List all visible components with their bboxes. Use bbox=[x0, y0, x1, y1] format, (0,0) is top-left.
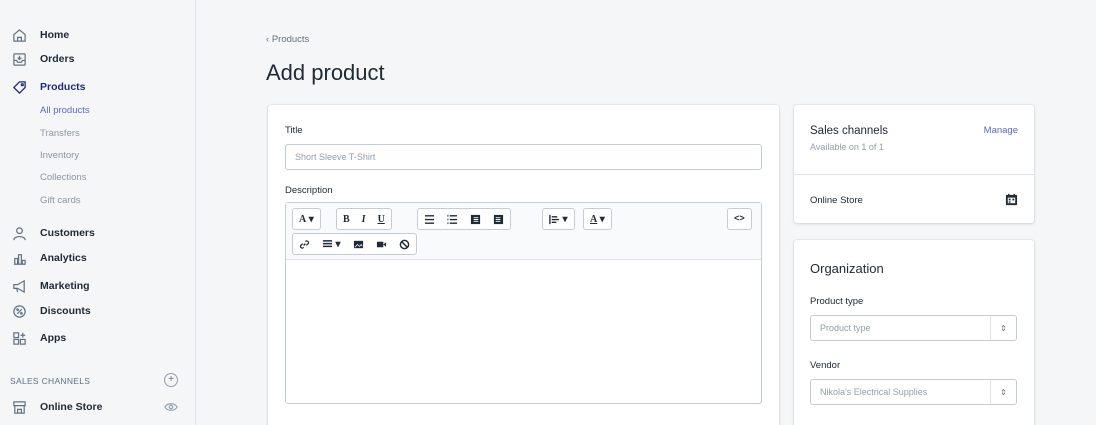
vendor-label: Vendor bbox=[810, 360, 841, 371]
product-type-select[interactable]: Product type ⇕ bbox=[810, 315, 1017, 341]
marketing-icon bbox=[10, 277, 28, 295]
add-sales-channel-button[interactable]: + bbox=[164, 373, 178, 387]
description-editor[interactable]: A ▾ B I U ▾ A ▾ <> ▾ bbox=[285, 202, 762, 404]
editor-toolbar: A ▾ B I U ▾ A ▾ <> ▾ bbox=[286, 203, 761, 260]
sales-channels-title: Sales channels bbox=[810, 125, 888, 137]
clear-format-icon[interactable] bbox=[393, 234, 416, 254]
underline-button[interactable]: U bbox=[372, 209, 391, 229]
indent-icon[interactable] bbox=[487, 209, 510, 229]
bullet-list-icon[interactable] bbox=[418, 209, 441, 229]
text-color-label: A bbox=[590, 213, 598, 225]
discounts-icon bbox=[10, 302, 28, 320]
nav-apps[interactable]: Apps bbox=[10, 327, 66, 349]
sub-transfers[interactable]: Transfers bbox=[40, 128, 80, 139]
product-type-value: Product type bbox=[820, 323, 871, 333]
nav-marketing-label: Marketing bbox=[40, 280, 90, 292]
nav-products-label: Products bbox=[40, 81, 86, 93]
text-color-button[interactable]: A ▾ bbox=[584, 209, 611, 229]
online-store-channel: Online Store bbox=[810, 195, 863, 206]
color-group: A ▾ bbox=[583, 208, 612, 230]
sales-channels-card: Sales channels Available on 1 of 1 Manag… bbox=[794, 105, 1034, 223]
divider bbox=[794, 174, 1034, 175]
nav-customers[interactable]: Customers bbox=[10, 222, 95, 244]
product-details-card: Title Short Sleeve T-Shirt Description A… bbox=[268, 105, 779, 425]
nav-online-store-label: Online Store bbox=[40, 401, 103, 413]
nav-orders-label: Orders bbox=[40, 53, 75, 65]
nav-discounts[interactable]: Discounts bbox=[10, 300, 91, 322]
bold-button[interactable]: B bbox=[337, 209, 356, 229]
list-group bbox=[417, 208, 511, 230]
sales-channels-heading: SALES CHANNELS bbox=[10, 376, 91, 386]
title-label: Title bbox=[285, 125, 303, 136]
description-label: Description bbox=[285, 185, 333, 196]
insert-group: ▾ bbox=[292, 233, 417, 255]
table-icon[interactable]: ▾ bbox=[316, 234, 347, 254]
page-title: Add product bbox=[266, 60, 385, 85]
manage-link[interactable]: Manage bbox=[984, 125, 1018, 136]
nav-orders[interactable]: Orders bbox=[10, 48, 74, 70]
vendor-select[interactable]: Nikola's Electrical Supplies ⇕ bbox=[810, 379, 1017, 405]
orders-icon bbox=[10, 50, 28, 68]
calendar-icon[interactable] bbox=[1005, 193, 1018, 206]
font-label: A bbox=[299, 213, 307, 225]
apps-icon bbox=[10, 329, 28, 347]
video-icon[interactable] bbox=[370, 234, 393, 254]
font-button[interactable]: A ▾ bbox=[293, 209, 320, 229]
sub-all-products[interactable]: All products bbox=[40, 105, 90, 116]
nav-home[interactable]: Home bbox=[10, 24, 69, 46]
link-icon[interactable] bbox=[293, 234, 316, 254]
customers-icon bbox=[10, 224, 28, 242]
align-left-icon[interactable]: ▾ bbox=[543, 209, 574, 229]
eye-icon[interactable] bbox=[164, 400, 178, 414]
analytics-icon bbox=[10, 249, 28, 267]
home-icon bbox=[10, 26, 28, 44]
format-group: B I U bbox=[336, 208, 392, 230]
outdent-icon[interactable] bbox=[464, 209, 487, 229]
numbered-list-icon[interactable] bbox=[441, 209, 464, 229]
breadcrumb[interactable]: ‹ Products bbox=[266, 34, 309, 45]
align-group: ▾ bbox=[542, 208, 575, 230]
nav-products[interactable]: Products bbox=[10, 76, 86, 98]
nav-home-label: Home bbox=[40, 29, 70, 41]
font-group: A ▾ bbox=[292, 208, 321, 230]
sub-inventory[interactable]: Inventory bbox=[40, 150, 79, 161]
organization-title: Organization bbox=[810, 261, 884, 276]
store-icon bbox=[10, 398, 28, 416]
select-arrows-icon: ⇕ bbox=[990, 316, 1016, 340]
organization-card: Organization Product type Product type ⇕… bbox=[794, 240, 1034, 425]
sub-collections[interactable]: Collections bbox=[40, 172, 86, 183]
nav-analytics[interactable]: Analytics bbox=[10, 247, 87, 269]
nav-online-store[interactable]: Online Store bbox=[10, 396, 102, 418]
code-group: <> bbox=[727, 208, 752, 230]
vendor-value: Nikola's Electrical Supplies bbox=[820, 387, 928, 397]
nav-analytics-label: Analytics bbox=[40, 252, 87, 264]
nav-customers-label: Customers bbox=[40, 227, 95, 239]
sub-gift-cards[interactable]: Gift cards bbox=[40, 195, 81, 206]
tag-icon bbox=[10, 78, 28, 96]
select-arrows-icon: ⇕ bbox=[990, 380, 1016, 404]
nav-apps-label: Apps bbox=[40, 332, 67, 344]
sales-channels-availability: Available on 1 of 1 bbox=[810, 142, 884, 152]
nav-marketing[interactable]: Marketing bbox=[10, 275, 90, 297]
nav-discounts-label: Discounts bbox=[40, 305, 91, 317]
title-input[interactable]: Short Sleeve T-Shirt bbox=[285, 144, 762, 170]
breadcrumb-label: Products bbox=[271, 34, 310, 45]
html-code-button[interactable]: <> bbox=[728, 209, 751, 229]
image-icon[interactable] bbox=[347, 234, 370, 254]
sidebar: Home Orders Products All products Transf… bbox=[0, 0, 196, 425]
product-type-label: Product type bbox=[810, 296, 864, 307]
italic-button[interactable]: I bbox=[356, 209, 372, 229]
